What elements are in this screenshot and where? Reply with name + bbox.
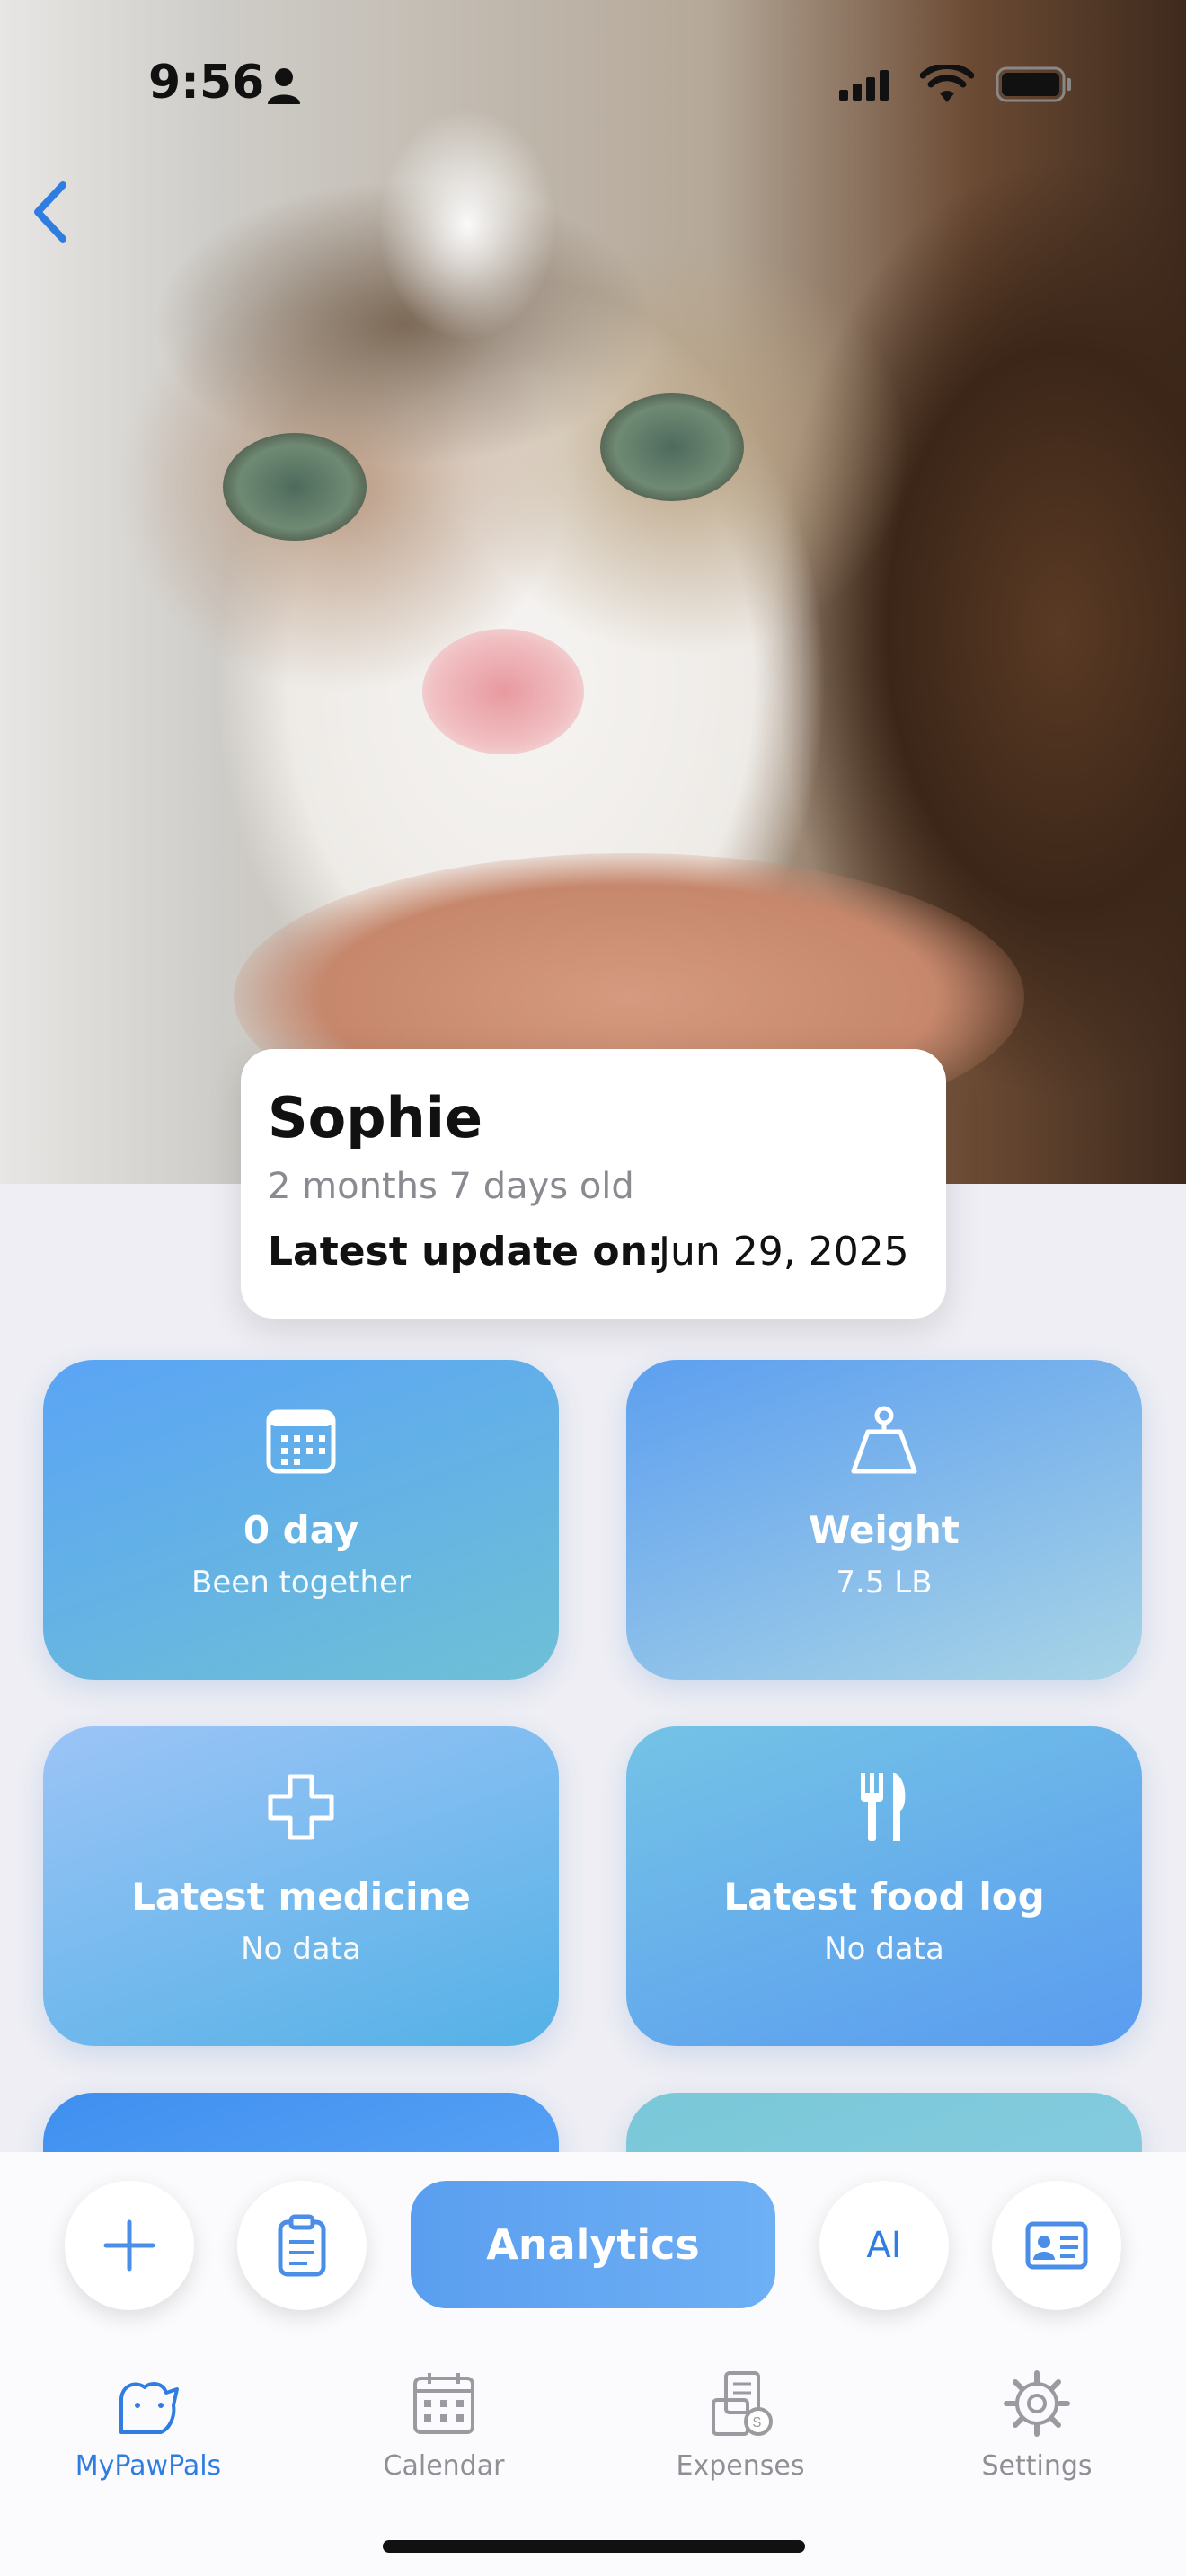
status-bar: 9:56 xyxy=(0,0,1186,171)
battery-icon xyxy=(996,66,1071,102)
calendar-icon xyxy=(266,1409,336,1474)
pet-photo xyxy=(0,0,1186,1184)
tile-title: Latest medicine xyxy=(131,1875,471,1919)
back-button[interactable] xyxy=(25,176,75,248)
tab-label: Settings xyxy=(981,2450,1093,2482)
chevron-left-icon xyxy=(34,181,66,243)
pets-icon xyxy=(119,2382,179,2434)
tab-label: MyPawPals xyxy=(75,2450,222,2482)
tab-label: Calendar xyxy=(383,2450,505,2482)
wifi-icon xyxy=(920,65,974,102)
svg-text:$: $ xyxy=(753,2415,761,2430)
id-card-icon xyxy=(1025,2221,1088,2270)
pet-info-card: Sophie 2 months 7 days old Latest update… xyxy=(241,1049,946,1319)
weight-icon xyxy=(851,1406,917,1474)
plus-icon xyxy=(103,2219,155,2272)
expenses-icon: $ xyxy=(712,2371,773,2436)
add-button[interactable] xyxy=(65,2181,194,2310)
tile-title: 0 day xyxy=(243,1508,359,1552)
tile-weight[interactable]: Weight 7.5 LB xyxy=(626,1360,1142,1680)
analytics-button[interactable]: Analytics xyxy=(411,2181,775,2308)
pet-age: 2 months 7 days old xyxy=(268,1166,634,1207)
clipboard-icon xyxy=(278,2214,326,2277)
tile-subtitle: No data xyxy=(241,1931,361,1967)
tile-been-together[interactable]: 0 day Been together xyxy=(43,1360,559,1680)
tile-latest-medicine[interactable]: Latest medicine No data xyxy=(43,1726,559,2046)
tile-subtitle: 7.5 LB xyxy=(836,1565,933,1601)
medicine-cross-icon xyxy=(268,1774,334,1840)
fork-knife-icon xyxy=(861,1773,906,1841)
tile-latest-food-log[interactable]: Latest food log No data xyxy=(626,1726,1142,2046)
ai-label: AI xyxy=(866,2225,902,2266)
tile-subtitle: Been together xyxy=(191,1565,411,1601)
gear-icon xyxy=(1004,2370,1070,2437)
status-time: 9:56 xyxy=(148,56,265,110)
profile-card-button[interactable] xyxy=(992,2181,1121,2310)
tile-subtitle: No data xyxy=(824,1931,944,1967)
tile-title: Latest food log xyxy=(723,1875,1045,1919)
latest-update-date: Jun 29, 2025 xyxy=(659,1229,909,1275)
notes-button[interactable] xyxy=(237,2181,367,2310)
cellular-signal-icon xyxy=(839,70,889,101)
latest-update-label: Latest update on: xyxy=(268,1229,664,1275)
home-indicator xyxy=(383,2540,805,2553)
person-icon xyxy=(268,68,300,104)
pet-name: Sophie xyxy=(268,1085,483,1151)
ai-button[interactable]: AI xyxy=(819,2181,949,2310)
calendar-icon xyxy=(413,2373,474,2434)
tile-title: Weight xyxy=(809,1508,960,1552)
tab-label: Expenses xyxy=(676,2450,805,2482)
